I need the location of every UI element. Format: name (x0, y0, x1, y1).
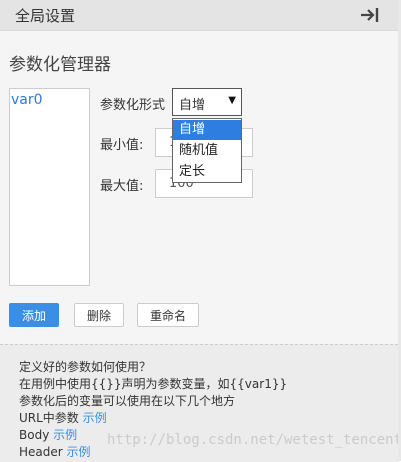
help-header-row: Header 示例 (19, 443, 91, 460)
global-settings-panel: 全局设置 参数化管理器 var0 参数化形式 自增 ▼ 最小值: 1 最大值: … (0, 0, 401, 462)
help-line: 参数化后的变量可以使用在以下几个地方 (19, 394, 236, 408)
mode-option[interactable]: 随机值 (173, 141, 241, 161)
help-question: 定义好的参数如何使用？ (19, 360, 152, 374)
panel-header: 全局设置 (0, 0, 398, 31)
max-label: 最大值: (100, 179, 144, 194)
mode-dropdown: 自增 随机值 定长 (172, 118, 242, 183)
body-example-link[interactable]: 示例 (53, 428, 77, 442)
mode-option[interactable]: 定长 (173, 162, 241, 182)
variable-list[interactable]: var0 (9, 88, 90, 286)
help-body-row: Body 示例 (19, 426, 77, 443)
collapse-right-icon[interactable] (360, 7, 380, 23)
variable-item[interactable]: var0 (11, 92, 43, 108)
url-label: URL中参数 (19, 411, 79, 425)
help-url-row: URL中参数 示例 (19, 409, 107, 426)
min-label: 最小值: (100, 138, 144, 153)
caret-down-icon: ▼ (228, 95, 236, 106)
mode-select-value: 自增 (179, 98, 206, 113)
add-button[interactable]: 添加 (9, 303, 59, 327)
url-example-link[interactable]: 示例 (83, 411, 107, 425)
body-label: Body (19, 428, 50, 442)
panel-title: 全局设置 (15, 7, 76, 25)
delete-button[interactable]: 删除 (74, 303, 124, 327)
mode-select[interactable]: 自增 ▼ (172, 88, 242, 116)
watermark: http://blog.csdn.net/wetest_tencent (107, 432, 401, 448)
help-line: 在用例中使用{{}}声明为参数变量，如{{var1}} (19, 377, 288, 391)
section-title: 参数化管理器 (9, 55, 111, 75)
header-example-link[interactable]: 示例 (67, 445, 91, 459)
header-label: Header (19, 445, 63, 459)
mode-option[interactable]: 自增 (173, 120, 241, 140)
rename-button[interactable]: 重命名 (137, 303, 199, 327)
mode-label: 参数化形式 (100, 98, 166, 113)
